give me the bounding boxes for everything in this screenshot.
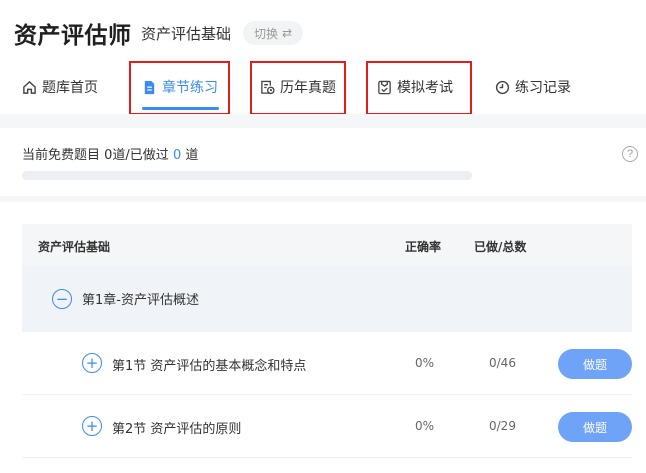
do-questions-button[interactable]: 做题 [558, 349, 632, 379]
col-header-name: 资产评估基础 [38, 240, 111, 254]
section-title: 第1节 资产评估的基本概念和特点 [112, 359, 307, 374]
section-divider [0, 196, 646, 202]
subject-name: 资产评估基础 [141, 25, 232, 43]
tab-label: 练习记录 [515, 80, 571, 96]
progress-text: 当前免费题目 0道/已做过 0 道 [22, 144, 198, 163]
done-count: 0 [172, 148, 182, 163]
section-accuracy: 0% [415, 419, 435, 433]
help-icon[interactable]: ? [622, 146, 638, 162]
highlight-box-past-exams [250, 61, 346, 115]
col-header-done-total: 已做/总数 [474, 240, 527, 254]
section-accuracy: 0% [415, 356, 435, 370]
col-header-accuracy: 正确率 [405, 240, 442, 254]
header: 资产评估师 资产评估基础 切换 ⇄ [0, 0, 646, 62]
section-row: + 第2节 资产评估的原则 0% 0/29 做题 [22, 395, 632, 458]
app-title: 资产评估师 [14, 23, 132, 49]
section-done-total: 0/29 [489, 419, 516, 433]
section-title: 第2节 资产评估的原则 [112, 422, 242, 437]
switch-label: 切换 [253, 26, 278, 41]
section-row: + 第1节 资产评估的基本概念和特点 0% 0/46 做题 [22, 332, 632, 395]
section-divider [0, 114, 646, 128]
table-header: 资产评估基础 正确率 已做/总数 [22, 224, 632, 266]
chapter-row[interactable]: − 第1章-资产评估概述 [22, 266, 632, 332]
chapter-table: 资产评估基础 正确率 已做/总数 − 第1章-资产评估概述 + 第1节 资产评估… [22, 224, 632, 458]
tab-label: 题库首页 [42, 80, 98, 96]
progress-bar [22, 171, 472, 180]
collapse-icon[interactable]: − [52, 289, 72, 309]
record-clock-icon [495, 80, 510, 94]
tab-practice-records[interactable]: 练习记录 [495, 62, 571, 112]
section-done-total: 0/46 [489, 356, 516, 370]
free-questions-progress: 当前免费题目 0道/已做过 0 道 ? [0, 128, 646, 196]
expand-icon[interactable]: + [82, 416, 102, 436]
do-questions-button[interactable]: 做题 [558, 412, 632, 442]
progress-prefix: 当前免费题目 [22, 148, 105, 163]
progress-suffix: 道 [181, 148, 199, 163]
home-icon [23, 80, 36, 94]
highlight-box-chapter-practice [129, 61, 230, 115]
highlight-box-mock-exam [366, 61, 472, 115]
swap-arrows-icon: ⇄ [281, 26, 293, 40]
tab-question-bank-home[interactable]: 题库首页 [22, 62, 98, 112]
expand-icon[interactable]: + [82, 353, 102, 373]
progress-mid: 道/已做过 [112, 148, 173, 163]
switch-subject-button[interactable]: 切换 ⇄ [243, 21, 303, 45]
chapter-title: 第1章-资产评估概述 [82, 293, 199, 308]
